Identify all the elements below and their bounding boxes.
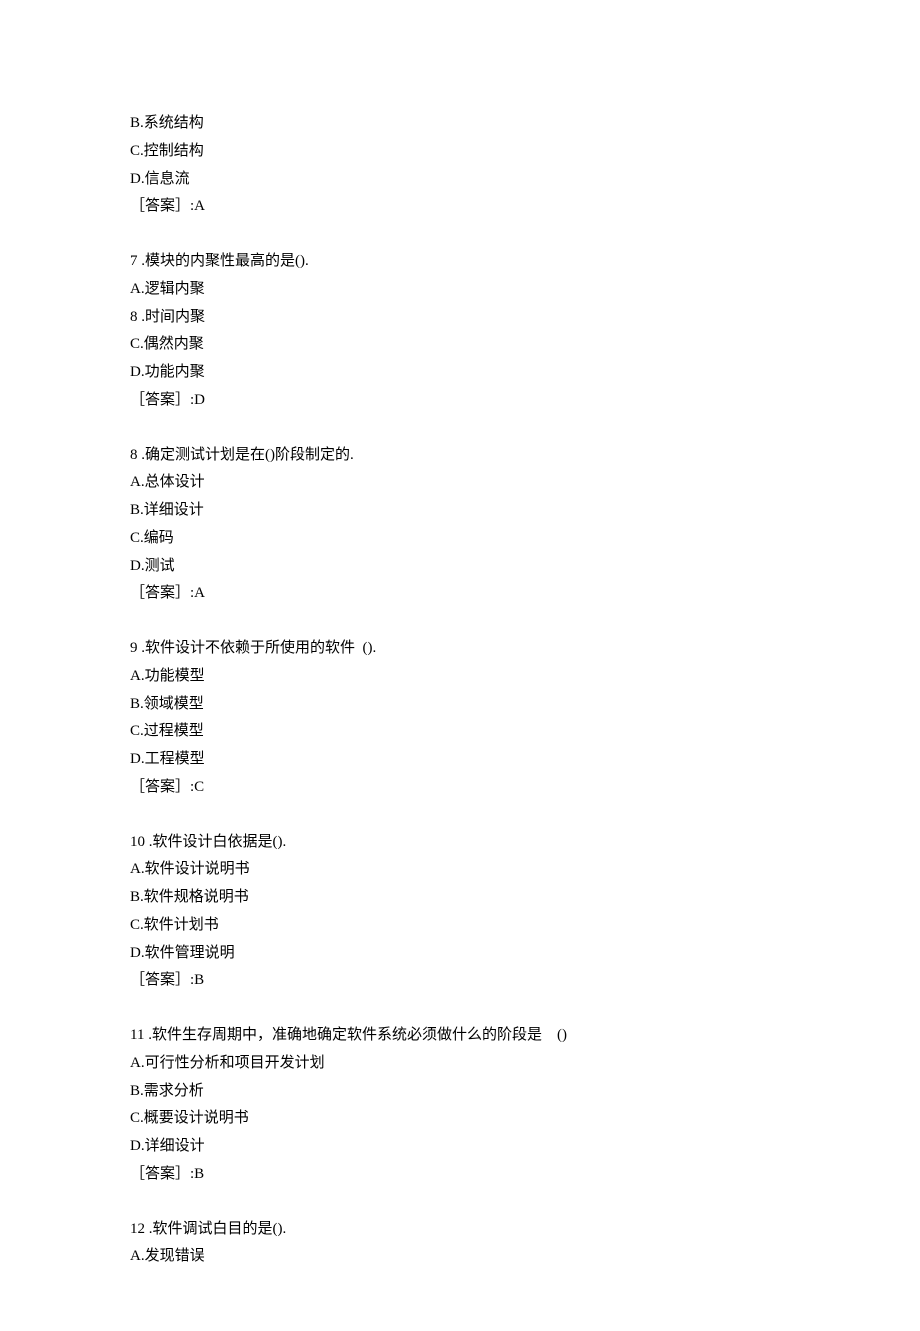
text-block: B.系统结构C.控制结构D.信息流［答案］:A xyxy=(130,110,790,221)
text-line: B.系统结构 xyxy=(130,110,790,138)
text-line: ［答案］:A xyxy=(130,580,790,608)
text-line: ［答案］:D xyxy=(130,387,790,415)
text-line: ［答案］:A xyxy=(130,193,790,221)
text-line: A.软件设计说明书 xyxy=(130,856,790,884)
text-line: 10 .软件设计白依据是(). xyxy=(130,829,790,857)
text-line: 12 .软件调试白目的是(). xyxy=(130,1216,790,1244)
text-line: ［答案］:B xyxy=(130,1161,790,1189)
text-line: B.详细设计 xyxy=(130,497,790,525)
text-block: 11 .软件生存周期中，准确地确定软件系统必须做什么的阶段是 ()A.可行性分析… xyxy=(130,1022,790,1189)
text-block: 10 .软件设计白依据是().A.软件设计说明书B.软件规格说明书C.软件计划书… xyxy=(130,829,790,996)
text-line: A.逻辑内聚 xyxy=(130,276,790,304)
text-line: A.功能模型 xyxy=(130,663,790,691)
text-line: D.信息流 xyxy=(130,166,790,194)
text-line: B.软件规格说明书 xyxy=(130,884,790,912)
text-line: 8 .时间内聚 xyxy=(130,304,790,332)
text-line: D.详细设计 xyxy=(130,1133,790,1161)
text-line: C.编码 xyxy=(130,525,790,553)
text-block: 9 .软件设计不依赖于所使用的软件 ().A.功能模型B.领域模型C.过程模型D… xyxy=(130,635,790,802)
text-line: C.过程模型 xyxy=(130,718,790,746)
text-line: C.控制结构 xyxy=(130,138,790,166)
text-line: B.领域模型 xyxy=(130,691,790,719)
text-line: D.软件管理说明 xyxy=(130,940,790,968)
text-line: D.工程模型 xyxy=(130,746,790,774)
text-line: C.软件计划书 xyxy=(130,912,790,940)
text-line: 11 .软件生存周期中，准确地确定软件系统必须做什么的阶段是 () xyxy=(130,1022,790,1050)
text-line: D.功能内聚 xyxy=(130,359,790,387)
text-block: 8 .确定测试计划是在()阶段制定的.A.总体设计B.详细设计C.编码D.测试［… xyxy=(130,442,790,609)
text-line: 9 .软件设计不依赖于所使用的软件 (). xyxy=(130,635,790,663)
text-line: D.测试 xyxy=(130,553,790,581)
text-line: ［答案］:B xyxy=(130,967,790,995)
text-block: 12 .软件调试白目的是().A.发现错误 xyxy=(130,1216,790,1272)
text-line: 7 .模块的内聚性最高的是(). xyxy=(130,248,790,276)
text-line: 8 .确定测试计划是在()阶段制定的. xyxy=(130,442,790,470)
text-line: C.概要设计说明书 xyxy=(130,1105,790,1133)
text-line: B.需求分析 xyxy=(130,1078,790,1106)
text-line: ［答案］:C xyxy=(130,774,790,802)
text-line: A.发现错误 xyxy=(130,1243,790,1271)
text-line: C.偶然内聚 xyxy=(130,331,790,359)
text-line: A.可行性分析和项目开发计划 xyxy=(130,1050,790,1078)
document-body: B.系统结构C.控制结构D.信息流［答案］:A7 .模块的内聚性最高的是().A… xyxy=(130,110,790,1271)
text-block: 7 .模块的内聚性最高的是().A.逻辑内聚8 .时间内聚C.偶然内聚D.功能内… xyxy=(130,248,790,415)
text-line: A.总体设计 xyxy=(130,469,790,497)
